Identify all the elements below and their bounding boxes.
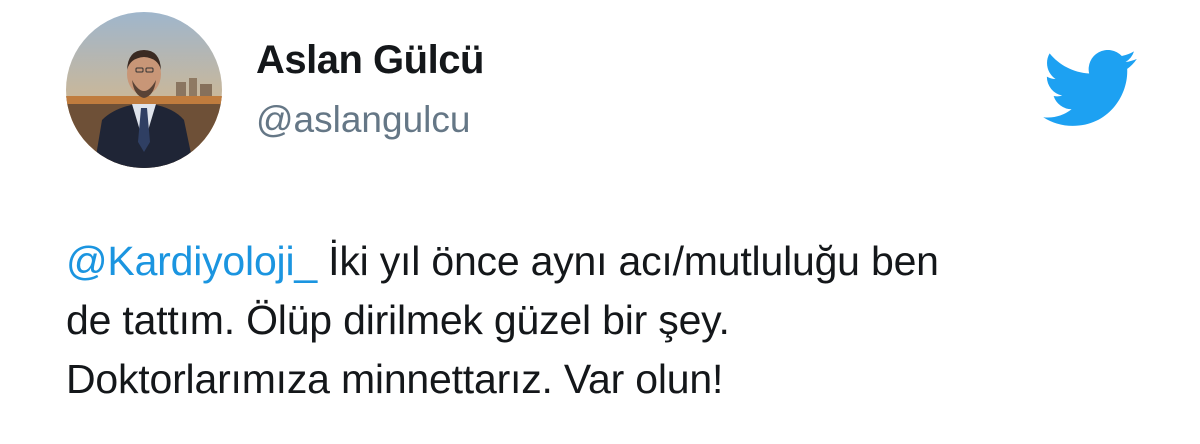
tweet-line-3: Doktorlarımıza minnettarız. Var olun! <box>66 356 724 402</box>
user-display-name[interactable]: Aslan Gülcü <box>256 38 484 83</box>
tweet-line-1-text: İki yıl önce aynı acı/mutluluğu ben <box>316 238 939 284</box>
tweet-line-1: @Kardiyoloji_ İki yıl önce aynı acı/mutl… <box>66 232 1176 291</box>
avatar-photo <box>66 12 222 168</box>
tweet-line-2: de tattım. Ölüp dirilmek güzel bir şey. <box>66 297 730 343</box>
user-handle[interactable]: @aslangulcu <box>256 99 470 141</box>
user-avatar[interactable] <box>66 12 222 168</box>
tweet-card: Aslan Gülcü @aslangulcu @Kardiyoloji_ İk… <box>0 0 1200 444</box>
twitter-bird-icon[interactable] <box>1043 50 1137 126</box>
mention-link[interactable]: @Kardiyoloji_ <box>66 238 317 284</box>
tweet-text: @Kardiyoloji_ İki yıl önce aynı acı/mutl… <box>66 232 1176 409</box>
